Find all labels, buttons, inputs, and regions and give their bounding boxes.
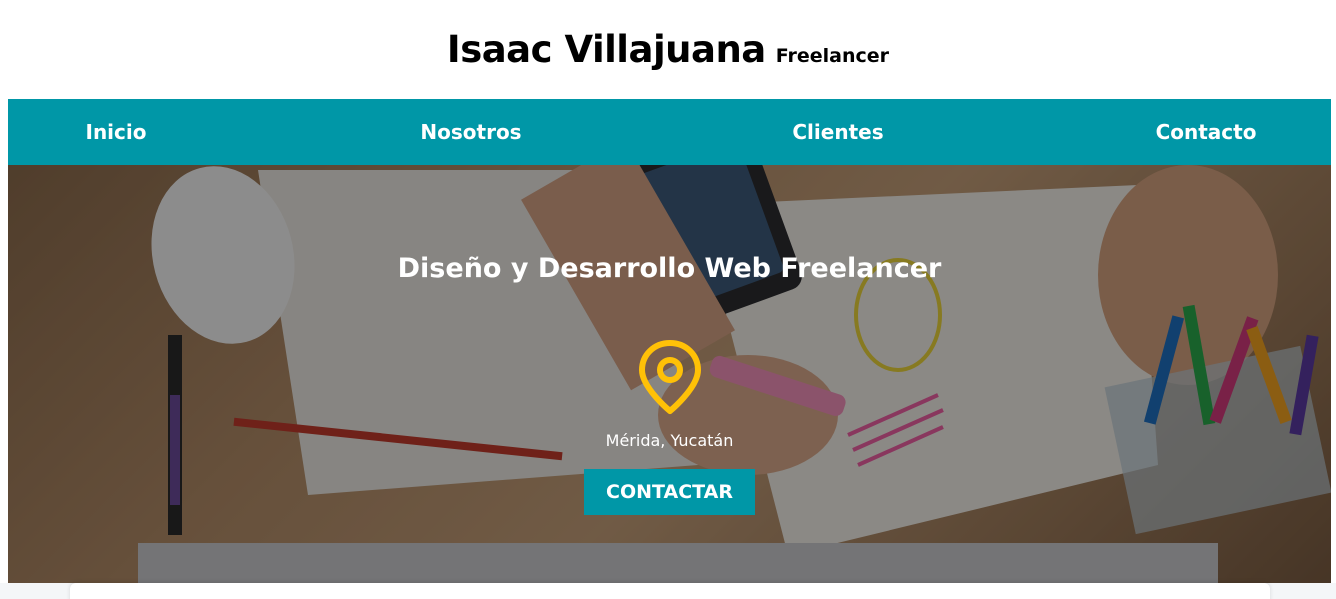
map-pin-icon (639, 340, 701, 414)
nav-link-nosotros[interactable]: Nosotros (420, 99, 521, 165)
brand: Isaac Villajuana Freelancer (447, 28, 889, 71)
brand-tagline: Freelancer (775, 45, 890, 67)
brand-name: Isaac Villajuana (446, 28, 766, 71)
hero-content: Diseño y Desarrollo Web Freelancer Mérid… (8, 165, 1331, 583)
content-card (70, 583, 1270, 599)
contact-button[interactable]: CONTACTAR (584, 469, 755, 515)
main-nav: Inicio Nosotros Clientes Contacto (8, 99, 1331, 165)
nav-link-contacto[interactable]: Contacto (1156, 99, 1257, 165)
site-header: Isaac Villajuana Freelancer (0, 0, 1336, 99)
hero-location: Mérida, Yucatán (605, 431, 734, 450)
hero-title: Diseño y Desarrollo Web Freelancer (397, 253, 942, 284)
nav-link-inicio[interactable]: Inicio (86, 99, 147, 165)
nav-link-clientes[interactable]: Clientes (792, 99, 883, 165)
hero-section: Diseño y Desarrollo Web Freelancer Mérid… (8, 165, 1331, 583)
